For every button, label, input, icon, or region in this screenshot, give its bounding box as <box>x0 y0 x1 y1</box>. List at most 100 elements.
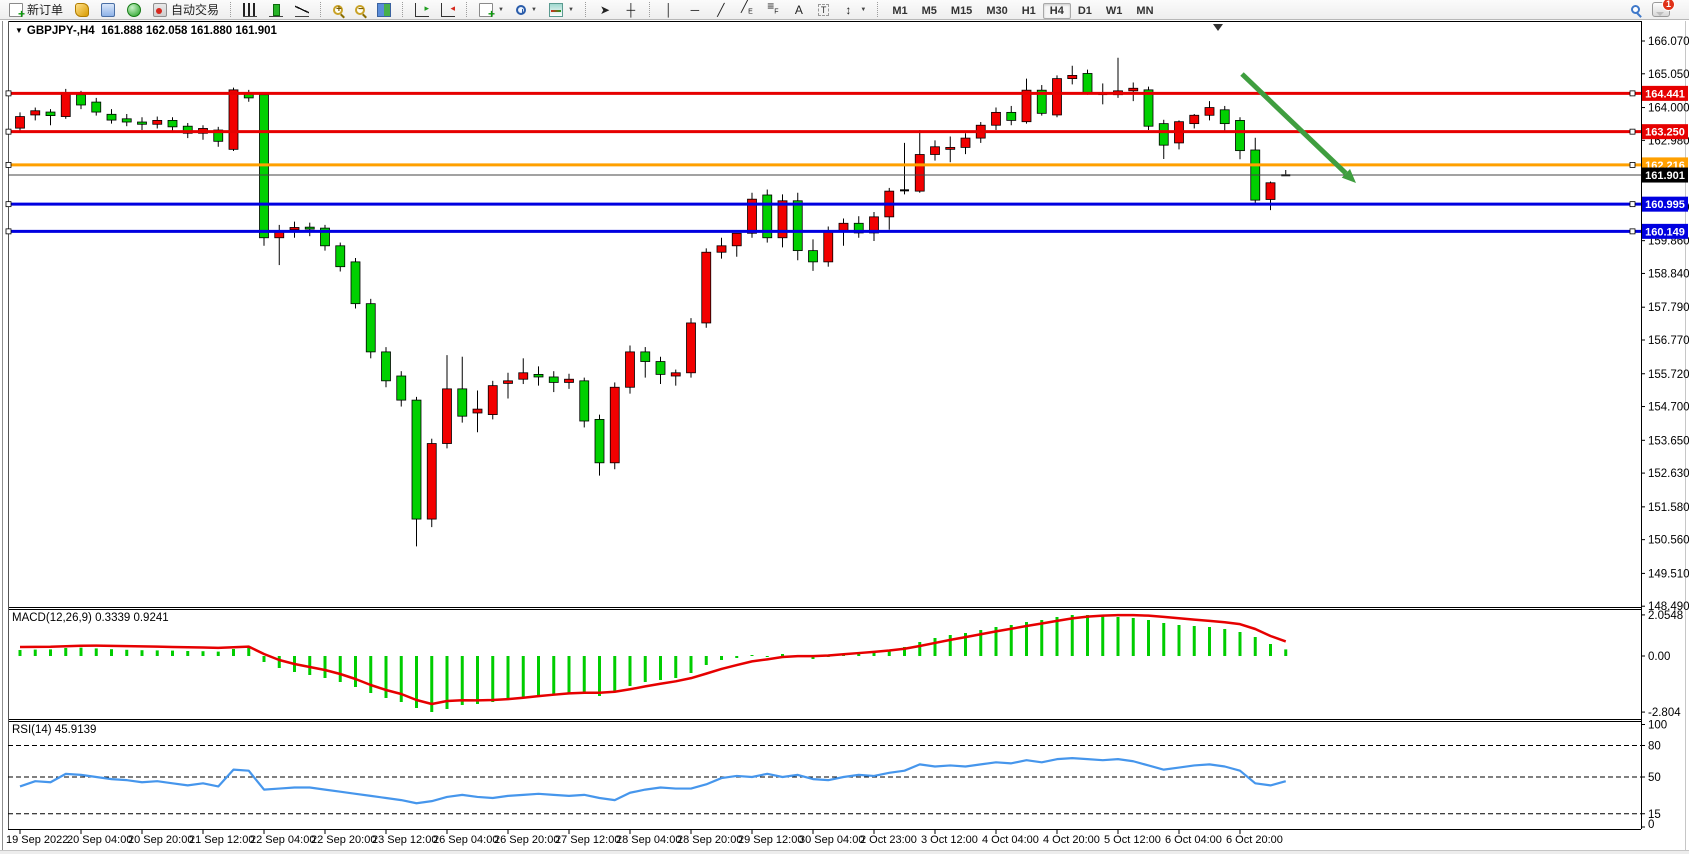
price-badge-value: 161.901 <box>1645 170 1685 182</box>
line-handle[interactable] <box>1630 229 1635 234</box>
line-handle[interactable] <box>6 162 11 167</box>
line-handle[interactable] <box>6 202 11 207</box>
time-axis-label[interactable]: 20 Sep 04:00 <box>67 834 132 846</box>
time-axis-label[interactable]: 22 Sep 04:00 <box>250 834 315 846</box>
symbol-period-label: GBPJPY-,H4 <box>27 25 95 37</box>
candle-body <box>717 246 726 252</box>
time-axis-label[interactable]: 26 Sep 04:00 <box>433 834 498 846</box>
macd-axis-label: 0.00 <box>1648 651 1670 663</box>
candle-body <box>1053 79 1062 115</box>
ohlc-values: 161.888 162.058 161.880 161.901 <box>101 25 277 37</box>
time-axis-label[interactable]: 2 Oct 23:00 <box>860 834 917 846</box>
price-axis-label: 166.070 <box>1648 36 1689 48</box>
rsi-axis-label: 0 <box>1648 819 1654 831</box>
line-handle[interactable] <box>6 129 11 134</box>
candle-body <box>92 102 101 112</box>
candle-body <box>397 376 406 400</box>
candle-body <box>1266 183 1275 200</box>
line-handle[interactable] <box>1630 129 1635 134</box>
candle-body <box>443 389 452 444</box>
time-axis-label[interactable]: 5 Oct 12:00 <box>1104 834 1161 846</box>
candle-body <box>1068 75 1077 78</box>
time-axis-label[interactable]: 4 Oct 20:00 <box>1043 834 1100 846</box>
price-axis-label: 153.650 <box>1648 435 1689 447</box>
rsi-axis-label: 50 <box>1648 772 1661 784</box>
candle-body <box>61 93 70 116</box>
line-handle[interactable] <box>6 229 11 234</box>
time-axis-label[interactable]: 26 Sep 20:00 <box>494 834 559 846</box>
candle-body <box>46 112 55 116</box>
candle-body <box>519 373 528 379</box>
time-axis-label[interactable]: 4 Oct 04:00 <box>982 834 1039 846</box>
candle-body <box>946 147 955 149</box>
price-axis-label: 151.580 <box>1648 502 1689 514</box>
time-axis-label[interactable]: 6 Oct 04:00 <box>1165 834 1222 846</box>
candle-body <box>1129 88 1138 91</box>
time-axis-label[interactable]: 20 Sep 20:00 <box>128 834 193 846</box>
candle-body <box>702 252 711 323</box>
candle-doji <box>900 189 909 191</box>
price-badge-value: 160.149 <box>1645 226 1685 238</box>
time-axis-label[interactable]: 29 Sep 12:00 <box>738 834 803 846</box>
candle-body <box>961 138 970 147</box>
line-handle[interactable] <box>1630 202 1635 207</box>
candle-body <box>656 362 665 375</box>
macd-axis-label: -2.804 <box>1648 707 1681 719</box>
candle-body <box>687 323 696 373</box>
candle-body <box>504 381 513 384</box>
time-axis-label[interactable]: 6 Oct 20:00 <box>1226 834 1283 846</box>
time-axis-label[interactable]: 19 Sep 2022 <box>6 834 68 846</box>
candle-body <box>229 90 238 149</box>
time-axis-label[interactable]: 23 Sep 12:00 <box>372 834 437 846</box>
price-axis-label: 156.770 <box>1648 335 1689 347</box>
chart-canvas[interactable]: 166.070165.050164.000162.980160.910159.8… <box>0 0 1689 854</box>
line-handle[interactable] <box>6 91 11 96</box>
price-axis-label: 157.790 <box>1648 302 1689 314</box>
line-handle[interactable] <box>1630 162 1635 167</box>
time-axis-label[interactable]: 3 Oct 12:00 <box>921 834 978 846</box>
line-handle[interactable] <box>1630 91 1635 96</box>
chart-header: ▼ GBPJPY-,H4 161.888 162.058 161.880 161.… <box>15 25 277 37</box>
candle-body <box>1144 90 1153 126</box>
price-axis-label: 152.630 <box>1648 468 1689 480</box>
time-axis-label[interactable]: 21 Sep 12:00 <box>189 834 254 846</box>
candle-body <box>305 227 314 229</box>
candle-body <box>610 387 619 463</box>
price-axis-label: 154.700 <box>1648 402 1689 414</box>
price-axis-label: 164.000 <box>1648 103 1689 115</box>
candle-body <box>153 120 162 124</box>
candle-body <box>107 114 116 120</box>
candle-body <box>351 262 360 304</box>
candle-body <box>671 373 680 376</box>
price-badge-value: 163.250 <box>1645 127 1685 139</box>
price-axis-label: 155.720 <box>1648 369 1689 381</box>
time-axis-label[interactable]: 28 Sep 20:00 <box>677 834 742 846</box>
candle-body <box>824 231 833 262</box>
candle-body <box>595 419 604 462</box>
time-axis-label[interactable]: 27 Sep 12:00 <box>555 834 620 846</box>
macd-axis-label: 2.0548 <box>1648 610 1683 622</box>
candle-body <box>549 377 558 382</box>
candle-body <box>77 95 86 105</box>
time-axis-label[interactable]: 30 Sep 04:00 <box>799 834 864 846</box>
candle-body <box>732 233 741 246</box>
candle-body <box>1220 110 1229 124</box>
candle-body <box>1083 73 1092 93</box>
price-axis-label: 150.560 <box>1648 535 1689 547</box>
candle-body <box>641 352 650 362</box>
chevron-down-icon[interactable]: ▼ <box>15 26 23 35</box>
macd-indicator-label: MACD(12,26,9) 0.3339 0.9241 <box>12 612 169 624</box>
time-axis-label[interactable]: 28 Sep 04:00 <box>616 834 681 846</box>
candle-body <box>626 352 635 387</box>
candle-body <box>16 117 25 129</box>
price-axis-label: 149.510 <box>1648 568 1689 580</box>
time-axis-label[interactable]: 22 Sep 20:00 <box>311 834 376 846</box>
window-bottom-edge <box>0 850 1689 854</box>
candle-body <box>931 147 940 155</box>
chart-shift-marker[interactable] <box>1213 24 1223 31</box>
candle-body <box>1022 90 1031 122</box>
candle-body <box>1205 108 1214 116</box>
macd-signal-line <box>20 615 1286 704</box>
rsi-indicator-label: RSI(14) 45.9139 <box>12 724 96 736</box>
candle-body <box>565 379 574 382</box>
